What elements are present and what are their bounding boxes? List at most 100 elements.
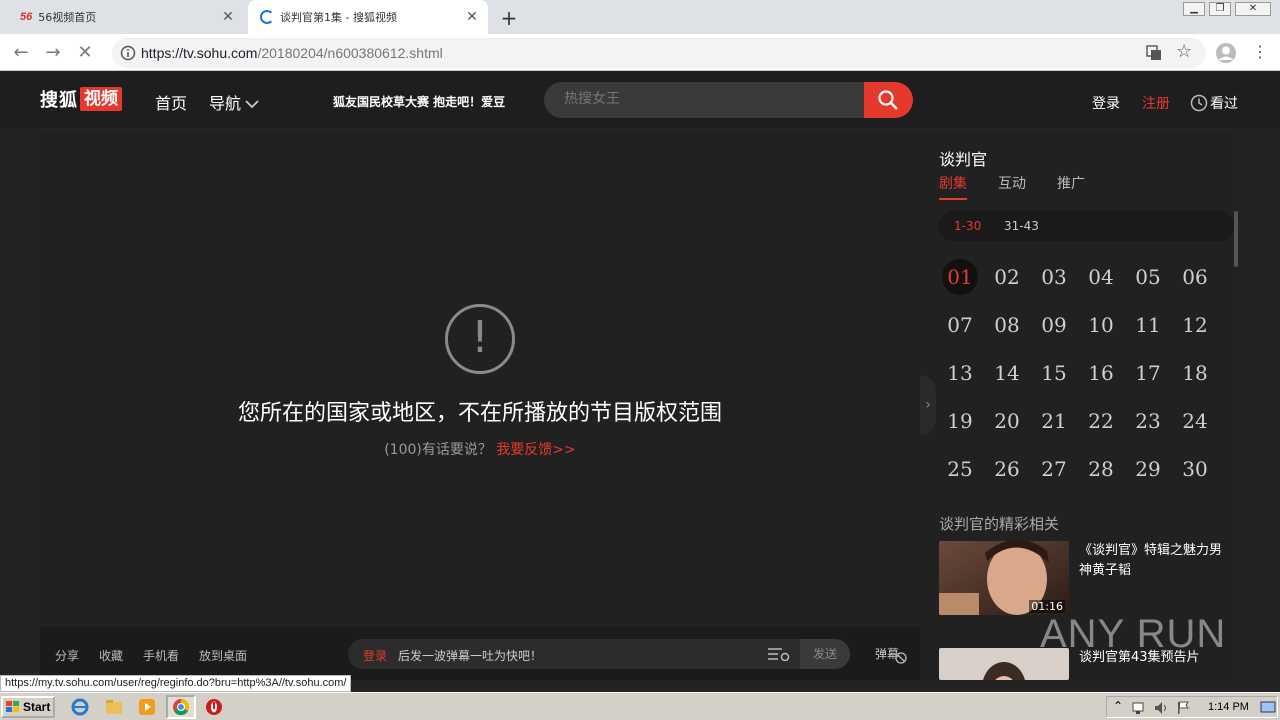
episode-26[interactable]: 26	[989, 451, 1025, 487]
tab-sohu-video[interactable]: 谈判官第1集 - 搜狐视频 ✕	[248, 0, 488, 34]
episode-22[interactable]: 22	[1083, 403, 1119, 439]
episode-07[interactable]: 07	[942, 307, 978, 343]
promo-link[interactable]: 狐友国民校草大赛 抱走吧！爱豆	[333, 93, 505, 110]
url-path: /20180204/n600380612.shtml	[257, 45, 443, 61]
sohu-video-logo[interactable]: 搜狐 视频	[40, 87, 122, 111]
related-video-title[interactable]: 《谈判官》特辑之魅力男神黄子韬	[1079, 541, 1229, 581]
episode-01[interactable]: 01	[942, 259, 978, 295]
nav-guide-menu[interactable]: 导航	[209, 90, 259, 114]
episode-23[interactable]: 23	[1130, 403, 1166, 439]
volume-icon[interactable]	[1153, 700, 1169, 716]
danmu-placeholder[interactable]: 后发一波弹幕一吐为快吧！	[398, 647, 542, 664]
episode-12[interactable]: 12	[1177, 307, 1213, 343]
login-link[interactable]: 登录	[1092, 93, 1120, 113]
episode-28[interactable]: 28	[1083, 451, 1119, 487]
link-status-bubble: https://my.tv.sohu.com/user/reg/reginfo.…	[0, 675, 352, 692]
network-icon[interactable]	[1131, 700, 1147, 716]
loading-spinner-icon	[260, 10, 274, 24]
forward-button[interactable]: →	[42, 42, 64, 64]
start-button[interactable]: Start	[1, 696, 55, 718]
opera-icon[interactable]	[204, 697, 224, 717]
address-bar[interactable]: https://tv.sohu.com/20180204/n600380612.…	[112, 38, 1206, 68]
episode-20[interactable]: 20	[989, 403, 1025, 439]
episode-18[interactable]: 18	[1177, 355, 1213, 391]
episode-06[interactable]: 06	[1177, 259, 1213, 295]
start-label: Start	[23, 700, 51, 714]
region-restriction-message: 您所在的国家或地区，不在所播放的节目版权范围	[237, 401, 722, 426]
episode-05[interactable]: 05	[1130, 259, 1166, 295]
feedback-count: (100)有话要说？	[384, 442, 492, 458]
anyrun-watermark: ANY RUN	[1040, 612, 1226, 657]
send-danmu-button[interactable]: 发送	[800, 639, 850, 669]
episode-09[interactable]: 09	[1036, 307, 1072, 343]
danmu-input-bar[interactable]: 登录 后发一波弹幕一吐为快吧！ 发送	[348, 639, 850, 669]
episode-11[interactable]: 11	[1130, 307, 1166, 343]
episode-16[interactable]: 16	[1083, 355, 1119, 391]
chrome-taskbar-button[interactable]	[166, 695, 196, 719]
episode-04[interactable]: 04	[1083, 259, 1119, 295]
episode-15[interactable]: 15	[1036, 355, 1072, 391]
episode-19[interactable]: 19	[942, 403, 978, 439]
tray-expand-icon[interactable]: ⌃	[1113, 699, 1123, 713]
bookmark-star-icon[interactable]: ☆	[1176, 41, 1192, 62]
watermark-text: ANY RUN	[1040, 612, 1227, 656]
episode-17[interactable]: 17	[1130, 355, 1166, 391]
tab-promotion[interactable]: 推广	[1057, 173, 1085, 193]
warning-icon: !	[445, 304, 515, 374]
info-icon[interactable]	[120, 45, 136, 61]
share-button[interactable]: 分享	[55, 647, 79, 664]
search-input[interactable]	[564, 91, 844, 107]
episode-03[interactable]: 03	[1036, 259, 1072, 295]
search-button[interactable]	[864, 82, 913, 118]
episode-02[interactable]: 02	[989, 259, 1025, 295]
register-link[interactable]: 注册	[1142, 93, 1170, 113]
episode-13[interactable]: 13	[942, 355, 978, 391]
video-player[interactable]: ! 您所在的国家或地区，不在所播放的节目版权范围 (100)有话要说？ 我要反馈…	[40, 133, 920, 627]
history-link[interactable]: 看过	[1190, 93, 1238, 113]
episode-08[interactable]: 08	[989, 307, 1025, 343]
action-center-flag-icon[interactable]	[1175, 700, 1191, 716]
tab-episodes[interactable]: 剧集	[939, 173, 967, 200]
close-tab-icon[interactable]: ✕	[464, 9, 480, 25]
nav-home-link[interactable]: 首页	[155, 90, 187, 114]
tab-interaction[interactable]: 互动	[998, 173, 1026, 193]
danmu-toggle[interactable]: 弹幕	[875, 645, 907, 664]
internet-explorer-icon[interactable]	[70, 697, 90, 717]
search-box[interactable]	[544, 82, 864, 118]
danmu-settings-icon[interactable]	[768, 647, 790, 661]
add-to-desktop-button[interactable]: 放到桌面	[199, 647, 247, 664]
browser-menu-icon[interactable]: ⋮	[1252, 42, 1268, 62]
url-text[interactable]: https://tv.sohu.com/20180204/n600380612.…	[141, 45, 443, 61]
translate-icon[interactable]	[1146, 45, 1162, 61]
file-explorer-icon[interactable]	[104, 697, 124, 717]
episode-10[interactable]: 10	[1083, 307, 1119, 343]
feedback-link[interactable]: 我要反馈>>	[496, 442, 575, 458]
close-tab-icon[interactable]: ✕	[220, 9, 236, 25]
nav-guide-label: 导航	[209, 94, 242, 113]
related-video-thumbnail[interactable]: 01:16	[939, 541, 1069, 615]
tab-56-home[interactable]: 56 56视频首页 ✕	[10, 0, 244, 34]
new-tab-button[interactable]: +	[498, 7, 520, 29]
episode-24[interactable]: 24	[1177, 403, 1213, 439]
episode-29[interactable]: 29	[1130, 451, 1166, 487]
episode-14[interactable]: 14	[989, 355, 1025, 391]
close-window-button[interactable]: ✕	[1235, 2, 1271, 16]
episode-21[interactable]: 21	[1036, 403, 1072, 439]
show-desktop-icon[interactable]	[1260, 701, 1276, 713]
sidebar-collapse-toggle[interactable]: ›	[920, 375, 936, 435]
mobile-watch-button[interactable]: 手机看	[143, 647, 179, 664]
range-31-43[interactable]: 31-43	[1004, 219, 1039, 233]
range-1-30[interactable]: 1-30	[954, 219, 981, 233]
profile-avatar-icon[interactable]	[1215, 42, 1237, 64]
stop-loading-button[interactable]: ✕	[74, 42, 96, 64]
episode-25[interactable]: 25	[942, 451, 978, 487]
episode-30[interactable]: 30	[1177, 451, 1213, 487]
favorite-button[interactable]: 收藏	[99, 647, 123, 664]
media-player-icon[interactable]	[137, 697, 157, 717]
danmu-login-link[interactable]: 登录	[363, 647, 387, 664]
minimize-window-button[interactable]: ▁	[1183, 2, 1205, 16]
episode-27[interactable]: 27	[1036, 451, 1072, 487]
restore-window-button[interactable]: ❐	[1209, 2, 1231, 16]
sidebar-scrollbar[interactable]	[1234, 211, 1238, 267]
back-button[interactable]: ←	[10, 42, 32, 64]
